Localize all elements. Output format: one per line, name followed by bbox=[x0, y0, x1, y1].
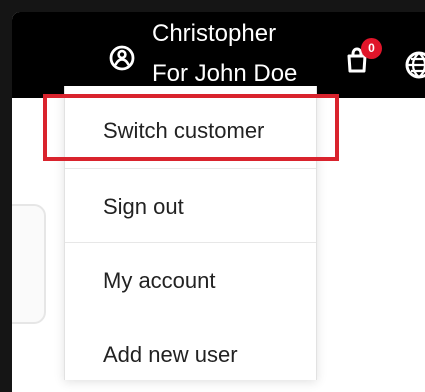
cart-count-badge: 0 bbox=[361, 38, 382, 59]
user-subtitle: For John Doe bbox=[152, 60, 298, 87]
user-icon bbox=[109, 45, 135, 71]
left-card-edge bbox=[12, 204, 46, 324]
user-name: Christopher bbox=[152, 20, 277, 47]
globe-icon[interactable] bbox=[404, 50, 425, 80]
menu-item-add-new-user[interactable]: Add new user bbox=[65, 316, 316, 392]
menu-item-label: Add new user bbox=[103, 342, 238, 367]
menu-item-label: Switch customer bbox=[103, 118, 265, 143]
cart-button[interactable]: 0 bbox=[342, 38, 382, 80]
menu-item-label: Sign out bbox=[103, 194, 184, 219]
menu-item-label: My account bbox=[103, 268, 216, 293]
menu-item-my-account[interactable]: My account bbox=[65, 242, 316, 320]
menu-item-sign-out[interactable]: Sign out bbox=[65, 168, 316, 246]
user-menu-trigger[interactable]: Christopher For John Doe bbox=[108, 18, 328, 96]
screenshot-stage: Christopher For John Doe 0 Switch custom… bbox=[0, 0, 425, 392]
menu-item-switch-customer[interactable]: Switch customer bbox=[65, 92, 316, 170]
user-dropdown-menu: Switch customer Sign out My account Add … bbox=[64, 86, 317, 380]
